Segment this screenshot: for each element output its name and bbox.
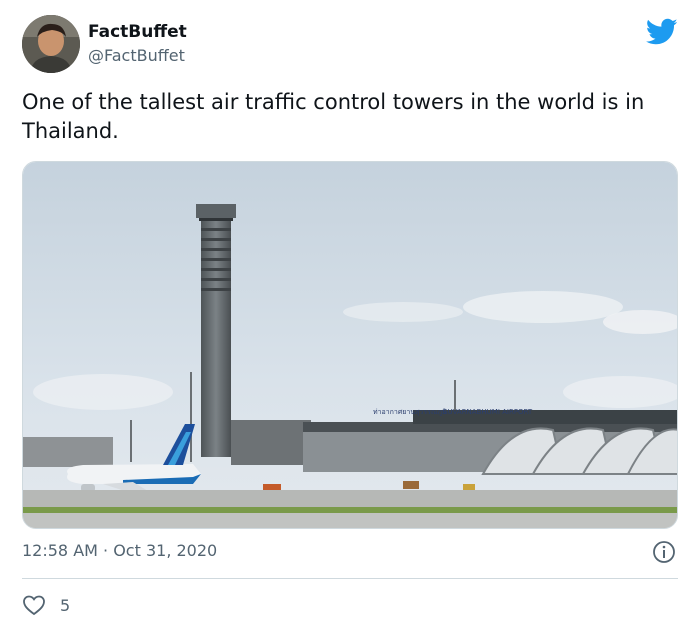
like-button[interactable]: 5 bbox=[22, 592, 70, 618]
avatar-photo bbox=[22, 15, 80, 73]
avatar[interactable] bbox=[22, 15, 80, 73]
info-icon[interactable] bbox=[652, 540, 676, 564]
airport-sign-thai: ท่าอากาศยานสุวรรณภูมิ bbox=[373, 408, 447, 416]
like-count: 5 bbox=[60, 595, 71, 615]
tweet-card: FactBuffet @FactBuffet One of the talles… bbox=[0, 0, 700, 633]
tweet-text: One of the tallest air traffic control t… bbox=[22, 90, 645, 143]
author-handle[interactable]: @FactBuffet bbox=[88, 46, 185, 65]
tweet-photo[interactable]: ท่าอากาศยานสุวรรณภูมิ SUVARNABHUMI AIRPO… bbox=[22, 161, 678, 529]
divider bbox=[22, 578, 678, 579]
airport-sign: SUVARNABHUMI AIRPORT bbox=[443, 408, 533, 416]
heart-icon bbox=[23, 595, 45, 616]
tweet-timestamp[interactable]: 12:58 AM · Oct 31, 2020 bbox=[22, 541, 217, 560]
author-name[interactable]: FactBuffet bbox=[88, 22, 187, 42]
twitter-bird-icon[interactable] bbox=[646, 18, 678, 46]
airport-photo: ท่าอากาศยานสุวรรณภูมิ SUVARNABHUMI AIRPO… bbox=[23, 162, 677, 528]
